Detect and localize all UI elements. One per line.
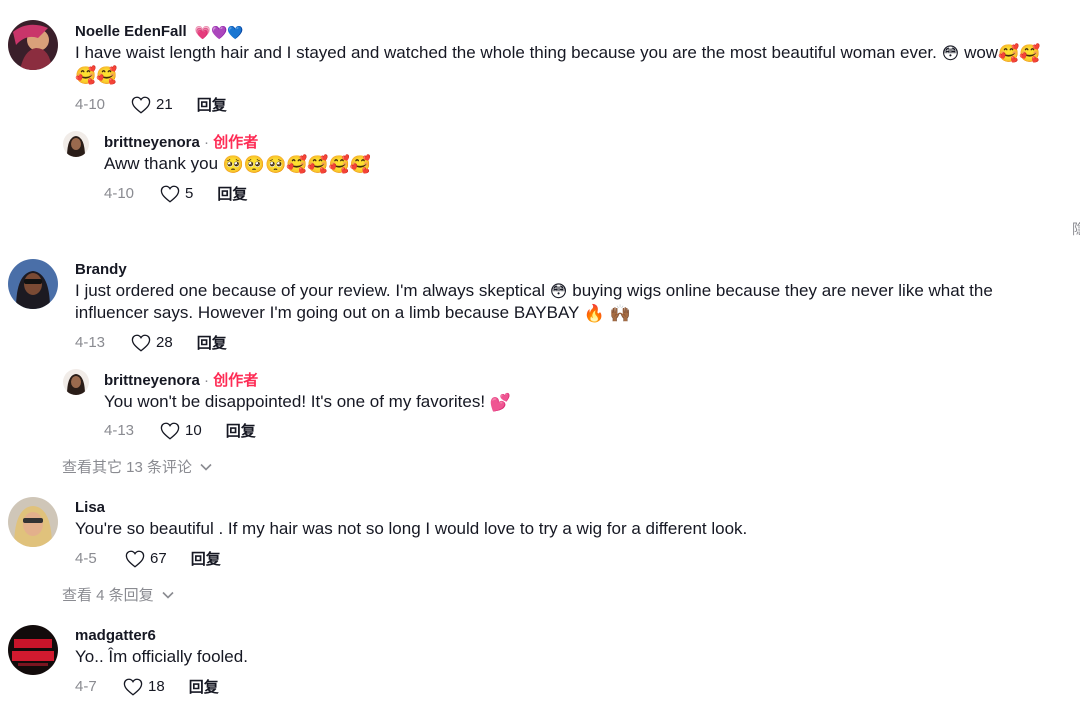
emoji: 💕 (489, 393, 511, 412)
comment-meta: 4-5 67 回复 (75, 548, 221, 569)
heart-outline-icon (131, 334, 151, 352)
avatar[interactable] (8, 259, 58, 309)
like-count: 67 (150, 550, 167, 567)
like-count: 10 (185, 422, 202, 439)
like-count: 21 (156, 96, 173, 113)
view-more-label: 查看 4 条回复 (62, 587, 154, 604)
view-more-label: 查看其它 13 条评论 (62, 459, 193, 476)
reply-meta: 4-10 5 回复 (104, 183, 247, 204)
reply-text-line: Aww thank you (104, 154, 219, 173)
comment-text-tail: buying wigs online because they are neve… (567, 281, 993, 300)
heart-outline-icon (123, 678, 143, 696)
badge-emojis: 💗💜💙 (194, 25, 244, 40)
comment-meta: 4-7 18 回复 (75, 676, 219, 697)
comment-text-line: I just ordered one because of your revie… (75, 281, 546, 300)
like-button[interactable]: 28 (131, 334, 197, 352)
edge-text: 隐 (1072, 222, 1080, 238)
avatar[interactable] (63, 369, 89, 395)
reply-meta: 4-13 10 回复 (104, 420, 256, 441)
heart-outline-icon (131, 96, 151, 114)
comment-text-line: influencer says. However I'm going out o… (75, 303, 580, 322)
reply-button[interactable]: 回复 (217, 183, 247, 204)
comment-username[interactable]: Brandy (75, 261, 127, 279)
comment-date: 4-13 (75, 334, 106, 351)
creator-badge: 创作者 (213, 134, 259, 151)
emoji: 😳 (941, 44, 960, 63)
view-more-replies[interactable]: 查看 4 条回复 (62, 584, 174, 605)
like-count: 5 (185, 185, 194, 202)
view-more-replies[interactable]: 查看其它 13 条评论 (62, 456, 212, 477)
emoji: 🥰🥰 (998, 44, 1041, 63)
avatar[interactable] (8, 625, 58, 675)
chevron-down-icon (200, 463, 212, 471)
like-button[interactable]: 21 (131, 96, 197, 114)
avatar[interactable] (63, 131, 89, 157)
username-text[interactable]: Noelle EdenFall (75, 23, 187, 40)
reply-text: Aww thank you 🥺🥺🥺🥰🥰🥰🥰 (104, 153, 371, 175)
emoji: 🥺🥺🥺🥰🥰🥰🥰 (222, 155, 371, 174)
reply-date: 4-10 (104, 185, 135, 202)
reply-button[interactable]: 回复 (189, 676, 219, 697)
emoji: 🥰🥰 (75, 66, 118, 85)
avatar[interactable] (8, 497, 58, 547)
separator: · (199, 372, 214, 389)
reply-text-line: You won't be disappointed! It's one of m… (104, 392, 486, 411)
username-text[interactable]: brittneyenora (104, 372, 200, 389)
comment-text: I just ordered one because of your revie… (75, 280, 1065, 324)
comment-username[interactable]: Noelle EdenFall 💗💜💙 (75, 23, 243, 41)
comment-text: I have waist length hair and I stayed an… (75, 42, 1065, 86)
like-button[interactable]: 5 (160, 185, 217, 203)
reply-button[interactable]: 回复 (197, 332, 227, 353)
reply-text: You won't be disappointed! It's one of m… (104, 391, 511, 413)
comment-date: 4-5 (75, 550, 97, 567)
comment-meta: 4-10 21 回复 (75, 94, 227, 115)
reply-username[interactable]: brittneyenora · 创作者 (104, 134, 258, 152)
chevron-down-icon (162, 591, 174, 599)
reply-button[interactable]: 回复 (226, 420, 256, 441)
comment-username[interactable]: madgatter6 (75, 627, 156, 645)
reply-button[interactable]: 回复 (191, 548, 221, 569)
comment-date: 4-10 (75, 96, 106, 113)
comment-meta: 4-13 28 回复 (75, 332, 227, 353)
comment-date: 4-7 (75, 678, 97, 695)
comment-text-line: Yo.. Îm officially fooled. (75, 647, 248, 666)
comment-text-line: I have waist length hair and I stayed an… (75, 43, 937, 62)
like-button[interactable]: 67 (125, 550, 191, 568)
heart-outline-icon (125, 550, 145, 568)
comment-text: You're so beautiful . If my hair was not… (75, 518, 1065, 540)
username-text[interactable]: brittneyenora (104, 134, 200, 151)
emoji: 🔥 🙌🏾 (583, 304, 631, 323)
heart-outline-icon (160, 422, 180, 440)
comment-text: Yo.. Îm officially fooled. (75, 646, 1065, 668)
comment-text-line: You're so beautiful . If my hair was not… (75, 519, 748, 538)
creator-badge: 创作者 (213, 372, 259, 389)
like-button[interactable]: 10 (160, 422, 226, 440)
reply-button[interactable]: 回复 (197, 94, 227, 115)
like-count: 28 (156, 334, 173, 351)
comment-text-tail: wow (959, 43, 999, 62)
heart-outline-icon (160, 185, 180, 203)
reply-date: 4-13 (104, 422, 135, 439)
like-count: 18 (148, 678, 165, 695)
reply-username[interactable]: brittneyenora · 创作者 (104, 372, 258, 390)
comments-panel: Noelle EdenFall 💗💜💙 I have waist length … (0, 0, 1080, 711)
emoji: 😳 (549, 282, 568, 301)
like-button[interactable]: 18 (123, 678, 189, 696)
comment-username[interactable]: Lisa (75, 499, 105, 517)
separator: · (199, 134, 214, 151)
avatar[interactable] (8, 20, 58, 70)
